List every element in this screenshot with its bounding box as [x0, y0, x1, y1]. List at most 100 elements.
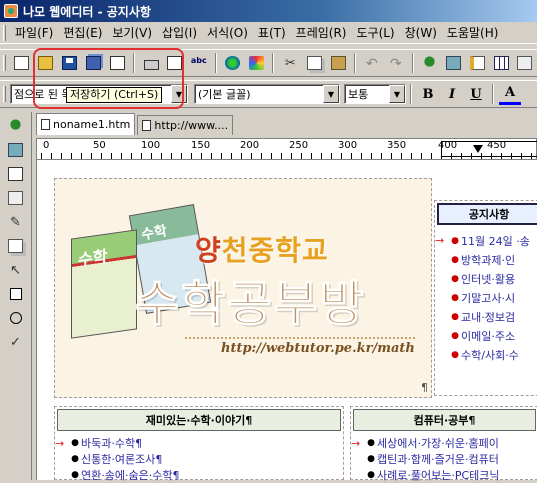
mail-button[interactable] [106, 52, 128, 74]
ruler-label: 100 [141, 140, 161, 151]
spell-check-button[interactable]: abc [188, 52, 210, 74]
font-size-value: 보통 [348, 88, 369, 101]
copy-button[interactable] [303, 52, 325, 74]
menu-bar: 파일(F) 편집(E) 보기(V) 삽입(I) 서식(O) 표(T) 프레임(R… [0, 22, 537, 44]
polygon-tool-button[interactable]: ✓ [5, 332, 27, 352]
italic-button[interactable]: I [441, 83, 463, 105]
toolbar-separator [410, 84, 412, 104]
font-select[interactable]: (기본 글꼴) ▼ [194, 84, 340, 104]
bullet-icon: ● [367, 454, 375, 464]
underline-button[interactable]: U [465, 83, 487, 105]
list-item[interactable]: ● 사례로·풀어보는·PC테크닉 [351, 467, 537, 483]
tab-label: noname1.htm [53, 118, 131, 131]
menu-file[interactable]: 파일(F) [10, 24, 58, 41]
font-size-select[interactable]: 보통 ▼ [344, 84, 406, 104]
new-icon [14, 56, 30, 70]
list-item[interactable]: ● 기말고사·시 [435, 288, 537, 307]
list-item[interactable]: ● 이메일·주소 [435, 326, 537, 345]
new-button[interactable] [11, 52, 33, 74]
list-item[interactable]: ● 연환·송에·숨은·수학¶ [55, 467, 343, 483]
save-tooltip: 저장하기 (Ctrl+S) [66, 87, 163, 103]
school-name: 양천중학교 [195, 229, 329, 269]
toolbar-grip [3, 55, 6, 71]
list-item[interactable]: ● 교내·정보검 [435, 307, 537, 326]
table-button[interactable] [490, 52, 512, 74]
app-icon [4, 4, 18, 18]
pen-tool-button[interactable]: ✎ [5, 212, 27, 232]
tree-tool-button[interactable] [5, 116, 27, 136]
document-tabs: noname1.htm http://www.... [36, 113, 235, 135]
chevron-down-icon[interactable]: ▼ [171, 85, 187, 103]
computer-study-list: → ● 세상에서·가장·쉬운·홈페이 ● 캡틴과·함께·즐거운·컴퓨터 ● 사례로·풀어… [351, 435, 537, 483]
tree-icon [422, 56, 438, 70]
open-button[interactable] [35, 52, 57, 74]
form-tool-button[interactable] [5, 188, 27, 208]
tree-button[interactable] [419, 52, 441, 74]
save-button[interactable] [59, 52, 81, 74]
rectangle-tool-button[interactable] [5, 284, 27, 304]
bullet-icon: ● [451, 292, 459, 303]
list-item[interactable]: ● 방학과제·인 [435, 250, 537, 269]
ruler-label: 50 [93, 140, 106, 151]
tab-noname1[interactable]: noname1.htm [36, 113, 136, 135]
list-item[interactable]: ● 인터넷·활용 [435, 269, 537, 288]
list-item[interactable]: ● 캡틴과·함께·즐거운·컴퓨터 [351, 451, 537, 467]
menu-edit[interactable]: 편집(E) [58, 24, 107, 41]
menu-window[interactable]: 창(W) [400, 24, 442, 41]
save-all-button[interactable] [83, 52, 105, 74]
chevron-down-icon[interactable]: ▼ [389, 85, 405, 103]
paste-button[interactable] [327, 52, 349, 74]
menu-help[interactable]: 도움말(H) [442, 24, 504, 41]
menu-insert[interactable]: 삽입(I) [157, 24, 202, 41]
open-icon [38, 56, 54, 70]
page-icon [142, 120, 152, 131]
hand-tool-button[interactable] [5, 236, 27, 256]
list-item[interactable]: ● 수학/사회·수 [435, 345, 537, 364]
cut-icon: ✂ [284, 56, 296, 71]
menu-format[interactable]: 서식(O) [202, 24, 253, 41]
menu-tools[interactable]: 도구(L) [351, 24, 399, 41]
computer-study-cell: 컴퓨터·공부¶ → ● 세상에서·가장·쉬운·홈페이 ● 캡틴과·함께·즐거운·컴퓨터… [350, 406, 537, 483]
picture-tool-button[interactable] [5, 164, 27, 184]
editor-canvas[interactable]: 수학 수학 양천중학교 수학공부방 http://webtutor.pe.kr/… [36, 160, 537, 483]
bullet-icon: ● [367, 438, 375, 448]
text-color-button[interactable]: A [499, 83, 521, 105]
ruler-label: 150 [191, 140, 211, 151]
math-stories-cell: 재미있는·수학·이야기¶ → ● 바둑과·수학¶ ● 신통한·여론조사¶ ● 연환·송에… [54, 406, 344, 483]
notice-header: 공지사항 [437, 203, 537, 225]
image-tool-button[interactable] [5, 140, 27, 160]
object-toolbar: ✎ ↖ ✓ [0, 112, 32, 480]
standard-toolbar: abc ✂ ↶ ↷ [0, 49, 537, 77]
list-item[interactable]: → ● 바둑과·수학¶ [55, 435, 343, 451]
list-item[interactable]: → ● 11월 24일 ·송 [435, 231, 537, 250]
paste-icon [330, 56, 346, 70]
chevron-down-icon[interactable]: ▼ [323, 85, 339, 103]
save-icon [62, 56, 78, 70]
print-button[interactable] [140, 52, 162, 74]
ruler-label: 0 [43, 140, 50, 151]
bold-button[interactable]: B [417, 83, 439, 105]
edit-button[interactable] [466, 52, 488, 74]
site-title: 수학공부방 [135, 276, 366, 333]
menu-view[interactable]: 보기(V) [107, 24, 157, 41]
ruler-label: 350 [387, 140, 407, 151]
list-button[interactable] [514, 52, 536, 74]
toolbar-separator [214, 53, 217, 73]
cut-button[interactable]: ✂ [279, 52, 301, 74]
redo-button[interactable]: ↷ [385, 52, 407, 74]
list-item[interactable]: → ● 세상에서·가장·쉬운·홈페이 [351, 435, 537, 451]
undo-button[interactable]: ↶ [361, 52, 383, 74]
globe-button[interactable] [222, 52, 244, 74]
color-button[interactable] [246, 52, 268, 74]
image-button[interactable] [443, 52, 465, 74]
ruler-marker[interactable] [473, 145, 483, 153]
menu-frame[interactable]: 프레임(R) [291, 24, 352, 41]
preview-button[interactable] [164, 52, 186, 74]
title-bar: 나모 웹에디터 - 공지사항 [0, 0, 537, 22]
list-item[interactable]: ● 신통한·여론조사¶ [55, 451, 343, 467]
pointer-tool-button[interactable]: ↖ [5, 260, 27, 280]
ellipse-tool-button[interactable] [5, 308, 27, 328]
menu-table[interactable]: 표(T) [253, 24, 291, 41]
site-url: http://webtutor.pe.kr/math [221, 341, 415, 356]
tab-url[interactable]: http://www.... [137, 115, 234, 135]
